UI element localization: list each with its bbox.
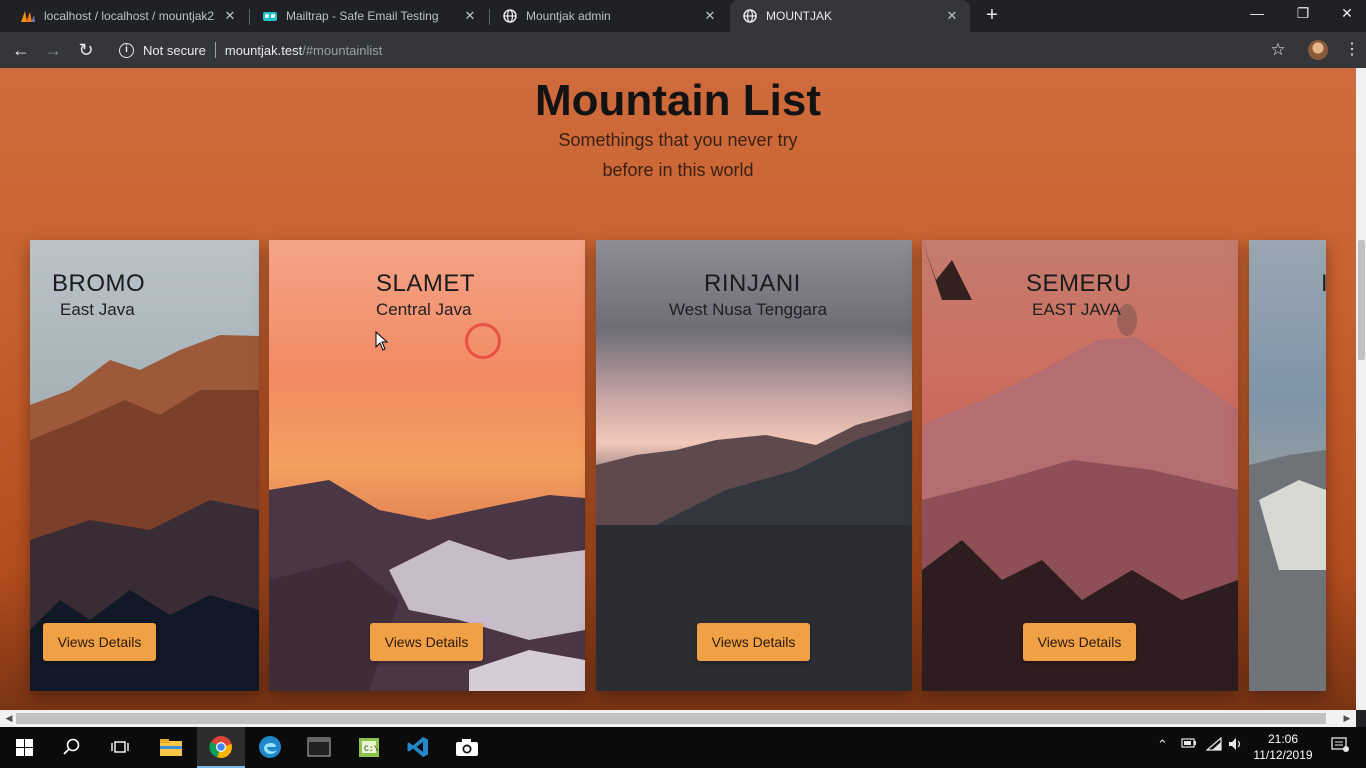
mountain-card-partial: I xyxy=(1249,240,1326,691)
clock-date: 11/12/2019 xyxy=(1253,748,1313,762)
tab-mountjak[interactable]: MOUNTJAK ✕ xyxy=(730,0,970,32)
tab-phpmyadmin[interactable]: localhost / localhost / mountjak2 ✕ xyxy=(8,2,248,30)
chrome-icon[interactable] xyxy=(207,733,235,761)
forward-button[interactable]: → xyxy=(41,38,65,62)
mouse-cursor xyxy=(375,331,389,351)
view-details-button-rinjani[interactable]: Views Details xyxy=(697,623,810,661)
scroll-right-icon[interactable]: ▶ xyxy=(1341,712,1353,725)
mountain-card-semeru: SEMERU EAST JAVA Views Details xyxy=(922,240,1238,691)
close-tab-icon[interactable]: ✕ xyxy=(222,8,238,24)
bookmark-star-icon[interactable]: ☆ xyxy=(1268,40,1288,60)
mountain-name-partial: I xyxy=(1321,270,1326,297)
view-details-button-slamet[interactable]: Views Details xyxy=(370,623,483,661)
tab-strip: localhost / localhost / mountjak2 ✕ Mail… xyxy=(0,0,1366,32)
mountain-card-bromo: BROMO East Java Views Details xyxy=(30,240,259,691)
svg-text:C:\: C:\ xyxy=(364,745,379,754)
volume-icon[interactable] xyxy=(1228,737,1244,754)
view-details-button-bromo[interactable]: Views Details xyxy=(43,623,156,661)
back-button[interactable]: ← xyxy=(9,38,33,62)
camera-icon[interactable] xyxy=(453,733,481,761)
close-tab-icon[interactable]: ✕ xyxy=(702,8,718,24)
security-label: Not secure xyxy=(143,42,206,58)
close-tab-icon[interactable]: ✕ xyxy=(944,8,960,24)
globe-icon xyxy=(742,8,758,24)
minimize-button[interactable]: — xyxy=(1235,0,1279,28)
mountain-card-rinjani: RINJANI West Nusa Tenggara Views Details xyxy=(596,240,912,691)
scroll-left-icon[interactable]: ◀ xyxy=(3,712,15,725)
terminal-icon[interactable] xyxy=(305,733,333,761)
mountain-name: BROMO xyxy=(52,270,146,297)
mountain-name: SEMERU xyxy=(1026,270,1132,297)
wifi-icon[interactable] xyxy=(1205,736,1222,754)
page-viewport: Mountain List Somethings that you never … xyxy=(0,68,1356,710)
edge-icon[interactable] xyxy=(256,733,284,761)
vertical-scrollbar[interactable] xyxy=(1356,68,1366,710)
mountain-name: RINJANI xyxy=(704,270,801,297)
mountain-region: EAST JAVA xyxy=(1032,300,1121,319)
system-clock[interactable]: 21:06 11/12/2019 xyxy=(1248,731,1318,763)
mountain-card-slamet: SLAMET Central Java Views Details xyxy=(269,240,585,691)
address-bar[interactable]: i Not secure mountjak.test/#mountainlist xyxy=(110,36,1300,64)
vscode-icon[interactable] xyxy=(404,733,432,761)
phpmyadmin-icon xyxy=(20,8,36,24)
show-hidden-icons-icon[interactable]: ⌃ xyxy=(1157,737,1168,753)
search-icon[interactable] xyxy=(58,733,86,761)
globe-icon xyxy=(502,8,518,24)
menu-icon[interactable]: ⋮ xyxy=(1344,40,1360,60)
battery-icon[interactable] xyxy=(1181,737,1197,752)
page-title: Mountain List xyxy=(535,76,821,125)
close-tab-icon[interactable]: ✕ xyxy=(462,8,478,24)
vertical-scroll-thumb[interactable] xyxy=(1358,240,1365,360)
clock-time: 21:06 xyxy=(1267,732,1299,746)
close-window-button[interactable]: ✕ xyxy=(1325,0,1366,28)
mountain-region: East Java xyxy=(60,300,135,319)
mountain-illustration xyxy=(1249,450,1326,691)
subtitle-line-2: before in this world xyxy=(602,160,754,180)
subtitle-line-1: Somethings that you never try xyxy=(558,130,798,150)
notepad-plus-icon[interactable]: C:\ xyxy=(355,733,383,761)
horizontal-scroll-thumb[interactable] xyxy=(16,713,1326,724)
restore-button[interactable]: ❐ xyxy=(1281,0,1325,28)
notifications-icon[interactable] xyxy=(1331,737,1349,756)
click-indicator xyxy=(465,323,501,359)
url-path: /#mountainlist xyxy=(302,42,383,58)
mailtrap-icon xyxy=(262,8,278,24)
task-view-icon[interactable] xyxy=(106,733,134,761)
new-tab-button[interactable]: + xyxy=(981,4,1003,26)
file-explorer-icon[interactable] xyxy=(157,733,185,761)
reload-button[interactable]: ↻ xyxy=(74,38,98,62)
profile-avatar[interactable] xyxy=(1308,40,1328,60)
info-icon[interactable]: i xyxy=(119,42,134,58)
omnibox-divider xyxy=(214,42,216,58)
mountain-region: West Nusa Tenggara xyxy=(669,300,828,319)
page-subtitle: Somethings that you never try before in … xyxy=(528,125,828,185)
tab-mailtrap[interactable]: Mailtrap - Safe Email Testing ✕ xyxy=(250,2,488,30)
tab-mountjak-admin[interactable]: Mountjak admin ✕ xyxy=(490,2,728,30)
url-host: mountjak.test xyxy=(224,42,303,58)
windows-start-icon[interactable] xyxy=(10,733,38,761)
view-details-button-semeru[interactable]: Views Details xyxy=(1023,623,1136,661)
mountain-region: Central Java xyxy=(376,300,472,319)
mountain-name: SLAMET xyxy=(376,270,476,297)
browser-toolbar: ← → ↻ i Not secure mountjak.test/#mounta… xyxy=(0,32,1366,68)
